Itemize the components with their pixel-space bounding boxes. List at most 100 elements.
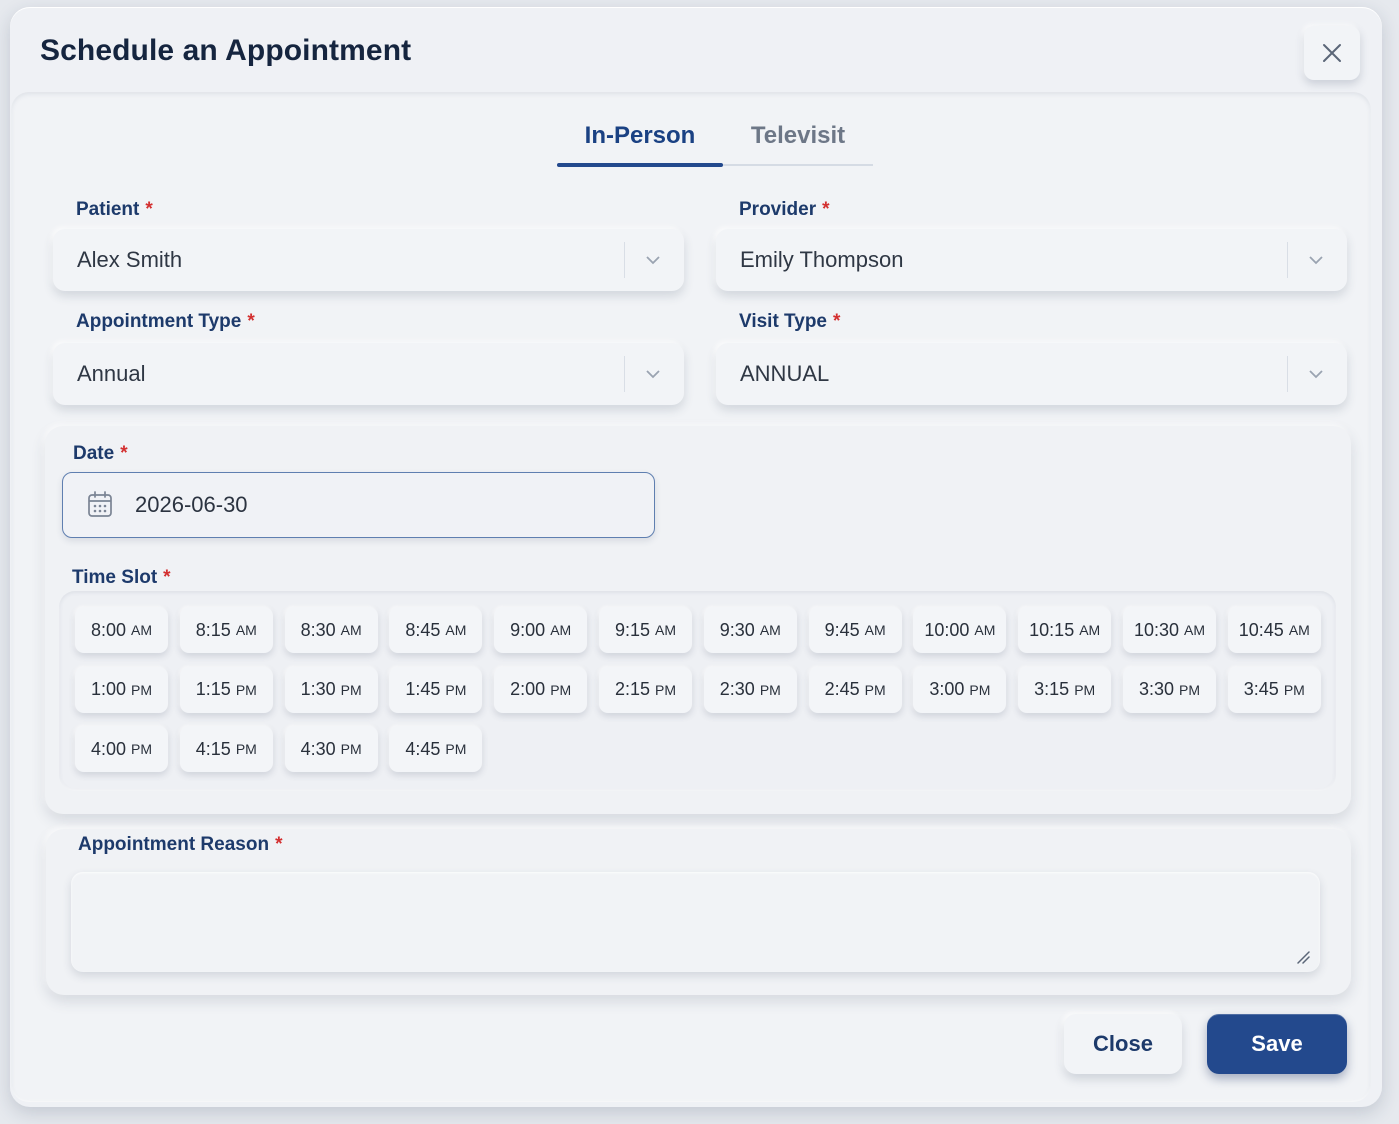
visit-type-select[interactable]: ANNUAL — [716, 343, 1347, 405]
time-slot-period: PM — [1179, 681, 1201, 698]
time-slot-button[interactable]: 2:45 PM — [808, 666, 902, 713]
time-slot-button[interactable]: 8:00 AM — [75, 607, 168, 653]
time-slot-time: 3:15 — [1034, 679, 1070, 699]
time-slot-time: 9:30 — [719, 619, 755, 640]
time-slot-button[interactable]: 2:00 PM — [494, 666, 588, 713]
time-slot-time: 1:45 — [405, 679, 441, 699]
time-slot-period: PM — [655, 681, 677, 698]
select-divider — [1287, 242, 1288, 278]
time-slot-time: 8:00 — [90, 619, 127, 640]
time-slot-time: 1:15 — [195, 679, 231, 699]
visit-type-label-text: Visit Type — [739, 311, 827, 332]
time-slot-button[interactable]: 1:00 PM — [75, 666, 168, 713]
provider-value: Emily Thompson — [740, 247, 904, 272]
time-slot-time: 2:00 — [510, 679, 546, 699]
time-slot-button[interactable]: 9:00 AM — [494, 607, 588, 653]
time-slot-time: 3:30 — [1138, 679, 1175, 699]
time-slot-button[interactable]: 1:45 PM — [389, 666, 483, 713]
time-slot-time: 10:45 — [1238, 619, 1284, 640]
tab-televisit[interactable]: Televisit — [723, 122, 873, 150]
time-slot-button[interactable]: 10:15 AM — [1018, 607, 1112, 653]
time-slot-period: AM — [655, 622, 677, 638]
visit-type-label: Visit Type * — [739, 311, 840, 333]
time-slot-time: 9:15 — [614, 619, 651, 640]
chevron-down-icon — [646, 256, 660, 265]
time-slot-button[interactable]: 9:30 AM — [703, 607, 797, 653]
chevron-down-icon — [1309, 256, 1323, 265]
time-slot-time: 4:15 — [195, 738, 231, 759]
date-input[interactable]: 2026-06-30 — [62, 472, 655, 538]
save-button[interactable]: Save — [1207, 1014, 1347, 1074]
time-slot-time: 2:30 — [719, 679, 755, 699]
time-slot-button[interactable]: 2:30 PM — [703, 666, 797, 713]
time-slot-button[interactable]: 2:15 PM — [599, 666, 692, 713]
time-slot-button[interactable]: 10:45 AM — [1227, 607, 1321, 653]
time-slot-period: AM — [131, 622, 153, 638]
time-slot-period: PM — [759, 681, 781, 698]
time-slot-time: 10:15 — [1029, 619, 1075, 640]
time-slot-button[interactable]: 9:45 AM — [808, 607, 902, 653]
time-slot-period: AM — [235, 622, 257, 638]
time-slot-period: PM — [235, 741, 257, 757]
time-slot-button[interactable]: 10:00 AM — [913, 607, 1007, 653]
active-tab-indicator — [557, 163, 723, 167]
visit-mode-tabs: In-Person Televisit — [557, 114, 873, 167]
time-slot-button[interactable]: 3:15 PM — [1018, 666, 1112, 713]
time-slot-period: PM — [235, 681, 257, 698]
time-slot-button[interactable]: 1:15 PM — [179, 666, 273, 713]
time-slot-period: AM — [445, 622, 467, 638]
time-slot-time: 8:45 — [405, 619, 441, 640]
time-slot-button[interactable]: 3:30 PM — [1123, 666, 1216, 713]
time-slot-button[interactable]: 4:15 PM — [179, 726, 273, 772]
time-slot-button[interactable]: 3:00 PM — [913, 666, 1007, 713]
close-icon — [1323, 44, 1341, 62]
time-slot-period: AM — [1288, 622, 1310, 638]
time-slot-button[interactable]: 4:45 PM — [389, 726, 483, 772]
calendar-icon — [88, 491, 112, 517]
time-slot-button[interactable]: 8:45 AM — [389, 607, 483, 653]
chevron-down-icon — [646, 370, 660, 379]
time-slot-time: 3:45 — [1243, 679, 1279, 699]
required-marker: * — [120, 443, 128, 464]
time-slot-period: PM — [131, 741, 153, 757]
time-slot-time: 3:00 — [929, 679, 965, 699]
time-slot-time: 1:30 — [300, 679, 336, 699]
time-slot-time: 9:00 — [510, 619, 546, 640]
appointment-type-label-text: Appointment Type — [76, 311, 242, 332]
time-slot-button[interactable]: 8:15 AM — [179, 607, 273, 653]
time-slot-grid: 8:00 AM 8:15 AM 8:30 AM 8:45 AM 9:00 AM 9:15 AM 9:30… — [59, 591, 1336, 791]
tab-in-person[interactable]: In-Person — [557, 122, 723, 150]
time-slot-time: 1:00 — [90, 679, 127, 699]
time-slot-button[interactable]: 9:15 AM — [599, 607, 692, 653]
select-divider — [1287, 356, 1288, 392]
time-slot-time: 8:15 — [195, 619, 231, 640]
time-slot-period: AM — [974, 622, 996, 638]
date-value: 2026-06-30 — [135, 492, 248, 517]
appointment-reason-textarea[interactable] — [71, 872, 1320, 972]
time-slot-period: AM — [864, 622, 886, 638]
patient-label-text: Patient — [76, 199, 140, 220]
time-slot-period: PM — [445, 681, 467, 698]
time-slot-period: PM — [1283, 681, 1305, 698]
resize-handle-icon[interactable] — [1296, 950, 1310, 964]
close-dialog-button[interactable] — [1304, 26, 1360, 80]
time-slot-button[interactable]: 10:30 AM — [1123, 607, 1216, 653]
time-slot-button[interactable]: 4:00 PM — [75, 726, 168, 772]
date-label-text: Date — [73, 443, 115, 464]
provider-label-text: Provider — [739, 199, 817, 220]
provider-select[interactable]: Emily Thompson — [716, 229, 1347, 291]
time-slot-period: AM — [1079, 622, 1101, 638]
time-slot-button[interactable]: 1:30 PM — [284, 666, 378, 713]
close-button[interactable]: Close — [1064, 1014, 1182, 1074]
appointment-type-select[interactable]: Annual — [53, 343, 684, 405]
time-slot-time: 10:00 — [924, 619, 970, 640]
time-slot-period: PM — [969, 681, 991, 698]
time-slot-button[interactable]: 8:30 AM — [284, 607, 378, 653]
date-label: Date * — [73, 443, 128, 465]
time-slot-button[interactable]: 4:30 PM — [284, 726, 378, 772]
time-slot-label: Time Slot * — [72, 567, 171, 589]
chevron-down-icon — [1309, 370, 1323, 379]
patient-select[interactable]: Alex Smith — [53, 229, 684, 291]
time-slot-time: 8:30 — [300, 619, 336, 640]
time-slot-button[interactable]: 3:45 PM — [1227, 666, 1321, 713]
